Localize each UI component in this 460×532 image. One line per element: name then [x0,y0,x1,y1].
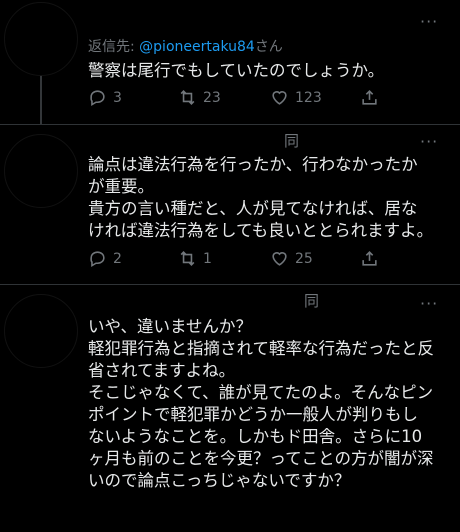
redacted-username [86,0,408,34]
redacted-username [76,128,286,150]
divider [0,124,460,125]
more-icon[interactable]: ··· [420,294,438,313]
avatar[interactable] [4,294,78,368]
avatar[interactable] [4,2,78,76]
reply-count: 3 [113,89,122,106]
reply-icon [90,90,105,107]
action-bar: 2 1 25 [88,249,458,269]
reply-count: 2 [113,250,122,267]
retweet-count: 23 [203,89,221,106]
retweet-count: 1 [203,250,212,267]
more-icon[interactable]: ··· [420,12,438,31]
like-icon [272,91,287,105]
like-count: 25 [295,250,313,267]
retweet-button[interactable]: 23 [178,88,221,107]
action-bar: 3 23 123 [88,88,458,108]
share-icon [362,90,377,105]
tweet-text: 論点は違法行為を行ったか、行わなかったか が重要。 貴方の言い種だと、人が見てな… [88,155,434,240]
more-icon[interactable]: ··· [420,132,438,151]
tweet-text: いや、違いませんか？ 軽犯罪行為と指摘されて軽率な行為だったと反 省されてますよ… [88,317,435,490]
tweet-text: 警察は尾行でもしていたのでしょうか。 [88,61,385,80]
reply-button[interactable]: 2 [88,249,122,268]
avatar[interactable] [4,134,78,208]
like-count: 123 [295,89,322,106]
share-button[interactable] [360,88,379,107]
reply-handle-link[interactable]: @pioneertaku84 [139,39,255,55]
reply-button[interactable]: 3 [88,88,122,107]
retweet-icon [180,90,195,105]
reply-to-label: 返信先: @pioneertaku84さん [88,39,283,55]
like-button[interactable]: 25 [270,249,313,268]
divider [0,284,460,285]
retweet-icon [180,251,195,266]
like-icon [272,252,287,266]
username-tail: 同 [304,292,320,310]
share-button[interactable] [360,249,379,268]
share-icon [362,251,377,266]
redacted-username [90,286,306,308]
reply-icon [90,251,105,268]
like-button[interactable]: 123 [270,88,322,107]
thread-line [40,72,42,124]
retweet-button[interactable]: 1 [178,249,212,268]
username-tail: 同 [284,132,300,150]
